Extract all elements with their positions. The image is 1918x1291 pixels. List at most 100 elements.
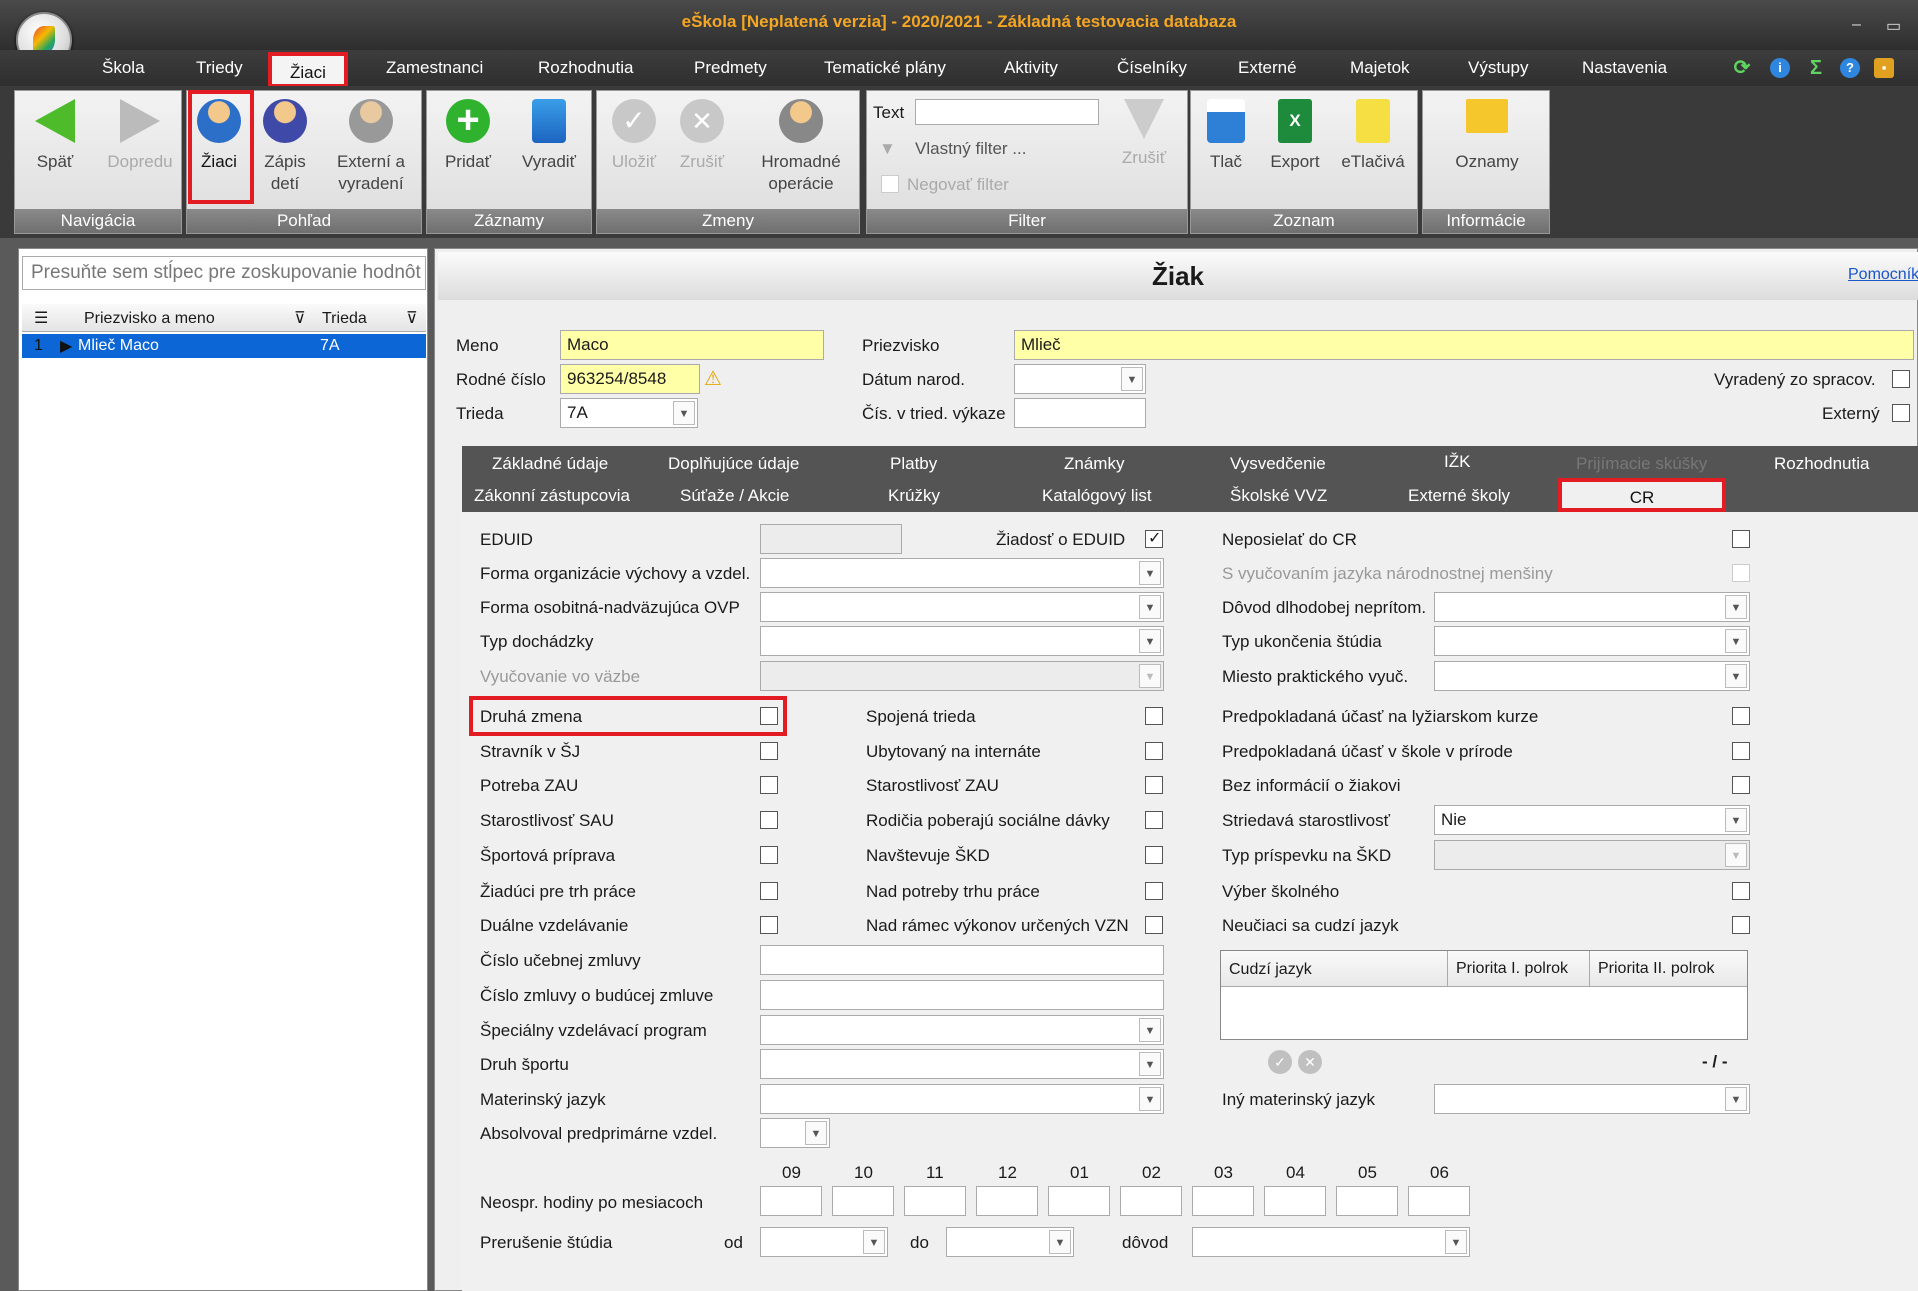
no-info-checkbox[interactable] bbox=[1732, 776, 1750, 794]
chevron-down-icon[interactable]: ▼ bbox=[1445, 1230, 1467, 1254]
confirm-icon[interactable]: ✓ bbox=[1268, 1050, 1292, 1074]
tuition-checkbox[interactable] bbox=[1732, 882, 1750, 900]
col-language[interactable]: Cudzí jazyk bbox=[1229, 961, 1312, 979]
sport-type-select[interactable]: ▼ bbox=[760, 1049, 1164, 1079]
removed-checkbox[interactable] bbox=[1892, 370, 1910, 388]
chevron-down-icon[interactable]: ▼ bbox=[1139, 561, 1161, 585]
tab-external-schools[interactable]: Externé školy bbox=[1408, 486, 1510, 506]
column-chooser-icon[interactable]: ☰ bbox=[34, 308, 48, 328]
external-checkbox[interactable] bbox=[1892, 404, 1910, 422]
menu-majetok[interactable]: Majetok bbox=[1350, 58, 1410, 78]
tab-payments[interactable]: Platby bbox=[890, 454, 937, 474]
refresh-icon[interactable]: ⟳ bbox=[1732, 58, 1752, 78]
tab-izk[interactable]: IŽK bbox=[1444, 452, 1470, 472]
export-button[interactable]: X Export bbox=[1259, 99, 1331, 173]
table-row[interactable]: 1 ▶ Mlieč Maco 7A bbox=[22, 334, 426, 358]
tab-grades[interactable]: Známky bbox=[1064, 454, 1124, 474]
chevron-down-icon[interactable]: ▼ bbox=[1139, 664, 1161, 688]
tab-entrance-exams[interactable]: Prijímacie skúšky bbox=[1576, 454, 1707, 474]
skd-fee-select[interactable]: ▼ bbox=[1434, 840, 1750, 870]
custom-filter-button[interactable]: Vlastný filter ... bbox=[915, 139, 1026, 159]
menu-zamestnanci[interactable]: Zamestnanci bbox=[386, 58, 483, 78]
bulk-operations-button[interactable]: Hromadné operácie bbox=[745, 99, 857, 195]
hours-month-03[interactable] bbox=[1192, 1186, 1254, 1216]
menu-aktivity[interactable]: Aktivity bbox=[1004, 58, 1058, 78]
menu-skola[interactable]: Škola bbox=[102, 58, 145, 78]
help-icon[interactable]: ? bbox=[1840, 58, 1860, 78]
social-benefits-checkbox[interactable] bbox=[1145, 811, 1163, 829]
zau-care-checkbox[interactable] bbox=[1145, 776, 1163, 794]
dob-field[interactable]: ▼ bbox=[1014, 364, 1146, 394]
class-no-field[interactable] bbox=[1014, 398, 1146, 428]
sport-prep-checkbox[interactable] bbox=[760, 846, 778, 864]
mother-tongue-select[interactable]: ▼ bbox=[760, 1084, 1164, 1114]
cancel-button[interactable]: ✕ Zrušiť bbox=[669, 99, 735, 173]
filter-text-input[interactable] bbox=[915, 99, 1099, 125]
hours-month-05[interactable] bbox=[1336, 1186, 1398, 1216]
chevron-down-icon[interactable]: ▼ bbox=[1121, 367, 1143, 391]
menu-vystupy[interactable]: Výstupy bbox=[1468, 58, 1528, 78]
practice-place-select[interactable]: ▼ bbox=[1434, 661, 1750, 691]
chevron-down-icon[interactable]: ▼ bbox=[1725, 595, 1747, 619]
special-program-select[interactable]: ▼ bbox=[760, 1015, 1164, 1045]
other-tongue-select[interactable]: ▼ bbox=[1434, 1084, 1750, 1114]
chevron-down-icon[interactable]: ▼ bbox=[805, 1121, 827, 1145]
nature-school-checkbox[interactable] bbox=[1732, 742, 1750, 760]
remove-button[interactable]: Vyradiť bbox=[511, 99, 587, 173]
hours-month-11[interactable] bbox=[904, 1186, 966, 1216]
cancel-icon[interactable]: ✕ bbox=[1298, 1050, 1322, 1074]
interruption-from-select[interactable]: ▼ bbox=[760, 1227, 888, 1257]
tab-report-card[interactable]: Vysvedčenie bbox=[1230, 454, 1326, 474]
cart-icon[interactable]: ▪ bbox=[1874, 58, 1894, 78]
absence-reason-select[interactable]: ▼ bbox=[1434, 592, 1750, 622]
add-button[interactable]: + Pridať bbox=[433, 99, 503, 173]
group-by-hint[interactable]: Presuňte sem stĺpec pre zoskupovanie hod… bbox=[22, 256, 426, 290]
hours-month-09[interactable] bbox=[760, 1186, 822, 1216]
chevron-down-icon[interactable]: ▼ bbox=[1725, 664, 1747, 688]
skd-attends-checkbox[interactable] bbox=[1145, 846, 1163, 864]
filter-cancel-button[interactable]: Zrušiť bbox=[1109, 99, 1179, 169]
tab-clubs[interactable]: Krúžky bbox=[888, 486, 940, 506]
no-foreign-checkbox[interactable] bbox=[1732, 916, 1750, 934]
hours-month-10[interactable] bbox=[832, 1186, 894, 1216]
above-market-checkbox[interactable] bbox=[1145, 882, 1163, 900]
menu-rozhodnutia[interactable]: Rozhodnutia bbox=[538, 58, 633, 78]
forward-button[interactable]: Dopredu bbox=[101, 99, 179, 173]
chevron-down-icon[interactable]: ▼ bbox=[1049, 1230, 1071, 1254]
chevron-down-icon[interactable]: ▼ bbox=[1139, 1018, 1161, 1042]
filter-icon[interactable]: ⊽ bbox=[406, 308, 418, 328]
ski-course-checkbox[interactable] bbox=[1732, 707, 1750, 725]
second-shift-checkbox[interactable] bbox=[760, 707, 778, 725]
zau-need-checkbox[interactable] bbox=[760, 776, 778, 794]
chevron-down-icon[interactable]: ▼ bbox=[1725, 843, 1747, 867]
tab-additional[interactable]: Doplňujúce údaje bbox=[668, 454, 799, 474]
custody-select[interactable]: ▼ bbox=[760, 661, 1164, 691]
interruption-reason-select[interactable]: ▼ bbox=[1192, 1227, 1470, 1257]
info-icon[interactable]: i bbox=[1770, 58, 1790, 78]
chevron-down-icon[interactable]: ▼ bbox=[863, 1230, 885, 1254]
filter-icon[interactable]: ⊽ bbox=[294, 308, 306, 328]
alternating-care-select[interactable]: Nie ▼ bbox=[1434, 805, 1750, 835]
hours-month-06[interactable] bbox=[1408, 1186, 1470, 1216]
canteen-checkbox[interactable] bbox=[760, 742, 778, 760]
external-removed-button[interactable]: Externí a vyradení bbox=[323, 99, 419, 195]
chevron-down-icon[interactable]: ▼ bbox=[1725, 629, 1747, 653]
back-button[interactable]: Späť bbox=[23, 99, 87, 173]
birth-no-field[interactable]: 963254/8548 bbox=[560, 364, 700, 394]
tab-guardians[interactable]: Zákonní zástupcovia bbox=[474, 486, 630, 506]
minority-language-checkbox[interactable] bbox=[1732, 564, 1750, 582]
sau-care-checkbox[interactable] bbox=[760, 811, 778, 829]
tab-school-vvz[interactable]: Školské VVZ bbox=[1230, 486, 1327, 506]
enrollment-button[interactable]: Zápis detí bbox=[253, 99, 317, 195]
dual-education-checkbox[interactable] bbox=[760, 916, 778, 934]
menu-ciselniky[interactable]: Číselníky bbox=[1117, 58, 1187, 78]
hours-month-04[interactable] bbox=[1264, 1186, 1326, 1216]
eduid-request-checkbox[interactable] bbox=[1145, 528, 1163, 548]
print-button[interactable]: Tlač bbox=[1195, 99, 1257, 173]
surname-field[interactable]: Mlieč bbox=[1014, 330, 1914, 360]
col-priority-2[interactable]: Priorita II. polrok bbox=[1589, 951, 1714, 987]
hours-month-01[interactable] bbox=[1048, 1186, 1110, 1216]
chevron-down-icon[interactable]: ▼ bbox=[1139, 1052, 1161, 1076]
chevron-down-icon[interactable]: ▼ bbox=[1139, 629, 1161, 653]
column-name-header[interactable]: Priezvisko a meno bbox=[84, 310, 215, 328]
